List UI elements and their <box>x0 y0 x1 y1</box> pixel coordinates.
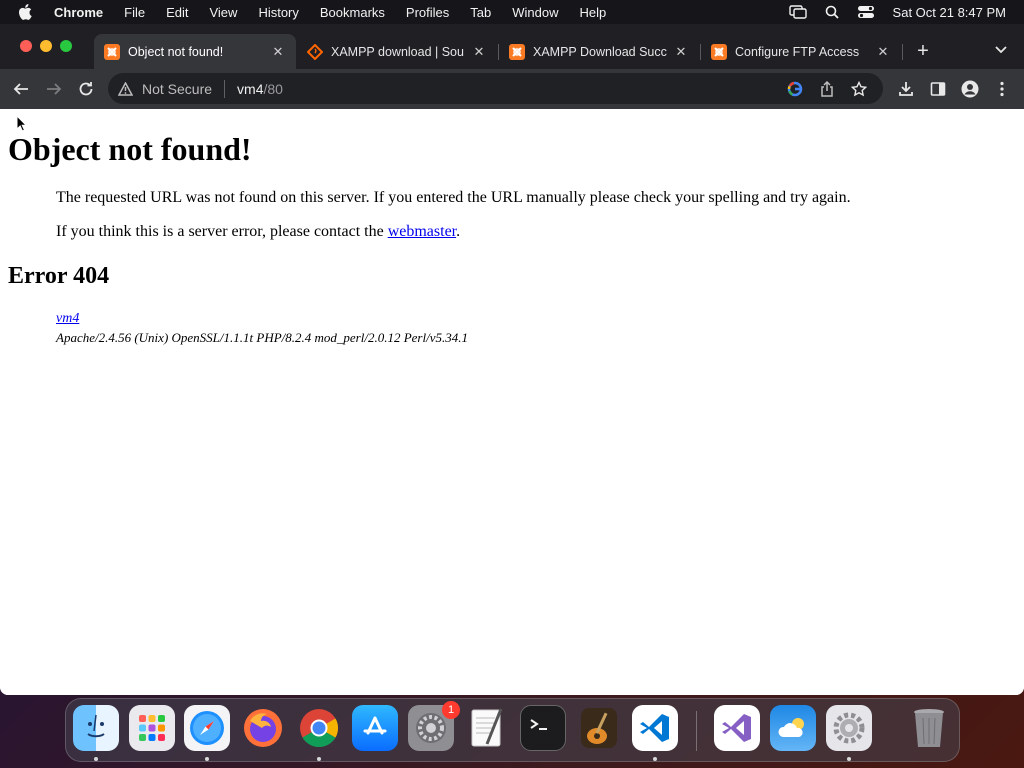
weather-icon[interactable] <box>770 705 816 751</box>
forward-arrow-icon <box>47 83 62 95</box>
tab-configure-ftp-access[interactable]: Configure FTP Access ✕ <box>701 34 901 69</box>
reload-icon <box>79 82 93 96</box>
menu-bar-tray: Sat Oct 21 8:47 PM <box>771 5 1006 20</box>
control-center-icon[interactable] <box>857 5 875 19</box>
menu-profiles[interactable]: Profiles <box>406 5 449 20</box>
garageband-icon[interactable] <box>576 705 622 751</box>
google-lens-icon[interactable] <box>779 81 811 97</box>
system-settings-icon[interactable]: 1 <box>408 701 460 751</box>
new-tab-button[interactable]: + <box>912 40 934 63</box>
safari-icon[interactable] <box>184 705 230 751</box>
side-panel-icon[interactable] <box>928 79 948 99</box>
server-host-link[interactable]: vm4 <box>56 311 79 327</box>
menu-app-name[interactable]: Chrome <box>54 5 103 20</box>
trash-icon[interactable] <box>906 705 952 751</box>
running-indicator <box>94 757 98 761</box>
finder-icon[interactable] <box>73 705 119 751</box>
tab-xampp-download-success[interactable]: XAMPP Download Succ ✕ <box>499 34 699 69</box>
xampp-icon <box>509 43 525 60</box>
page-title: Object not found! <box>8 131 252 167</box>
omnibox-actions <box>779 80 875 97</box>
omnibox-divider <box>224 79 226 98</box>
chrome-icon[interactable] <box>296 705 342 751</box>
close-tab-icon[interactable]: ✕ <box>673 44 689 60</box>
launchpad-icon[interactable] <box>129 705 175 751</box>
xampp-icon <box>104 43 120 60</box>
window-controls <box>20 40 80 52</box>
reload-button[interactable] <box>76 79 96 99</box>
menu-file[interactable]: File <box>124 5 145 20</box>
close-tab-icon[interactable]: ✕ <box>270 44 286 60</box>
tab-strip: Object not found! ✕ XAMPP download | Sou… <box>0 24 1024 69</box>
contact-suffix: . <box>456 223 461 240</box>
notification-badge: 1 <box>442 701 460 719</box>
menu-window[interactable]: Window <box>512 5 558 20</box>
browser-toolbar: Not Secure vm4/80 <box>0 69 1024 109</box>
mouse-cursor-icon <box>16 114 28 137</box>
error-message: The requested URL was not found on this … <box>56 189 851 206</box>
settings-gear-icon[interactable] <box>826 705 872 751</box>
back-arrow-icon <box>13 83 28 95</box>
contact-message: If you think this is a server error, ple… <box>56 223 460 241</box>
server-signature: Apache/2.4.56 (Unix) OpenSSL/1.1.1t PHP/… <box>56 330 468 345</box>
address-bar[interactable]: Not Secure vm4/80 <box>108 73 883 104</box>
tab-title: Object not found! <box>128 44 224 59</box>
app-store-icon[interactable] <box>352 705 398 751</box>
url-path: /80 <box>263 80 283 97</box>
running-indicator <box>317 757 321 761</box>
webmaster-link[interactable]: webmaster <box>388 223 456 240</box>
not-secure-warning-icon[interactable] <box>118 81 134 96</box>
textedit-icon[interactable] <box>464 705 510 751</box>
close-tab-icon[interactable]: ✕ <box>875 44 891 60</box>
running-indicator <box>847 757 851 761</box>
menu-tab[interactable]: Tab <box>470 5 491 20</box>
zoom-window-button[interactable] <box>60 40 72 52</box>
tab-object-not-found[interactable]: Object not found! ✕ <box>94 34 296 69</box>
xampp-icon <box>711 43 727 60</box>
menu-bar: Chrome File Edit View History Bookmarks … <box>0 0 1024 24</box>
running-indicator <box>205 757 209 761</box>
menu-help[interactable]: Help <box>580 5 607 20</box>
tab-title: Configure FTP Access <box>735 44 860 59</box>
minimize-window-button[interactable] <box>40 40 52 52</box>
vscode-icon[interactable] <box>632 705 678 751</box>
contact-text: If you think this is a server error, ple… <box>56 223 388 240</box>
url-host: vm4 <box>237 80 264 97</box>
tab-title: XAMPP Download Succ <box>533 44 667 59</box>
terminal-icon[interactable] <box>520 705 566 751</box>
menu-edit[interactable]: Edit <box>166 5 188 20</box>
close-tab-icon[interactable]: ✕ <box>471 44 487 60</box>
chrome-window: Object not found! ✕ XAMPP download | Sou… <box>0 24 1024 695</box>
menu-view[interactable]: View <box>209 5 237 20</box>
sourceforge-icon <box>306 43 324 60</box>
close-window-button[interactable] <box>20 40 32 52</box>
apple-logo-icon[interactable] <box>18 4 36 20</box>
menu-bar-clock[interactable]: Sat Oct 21 8:47 PM <box>893 5 1006 20</box>
back-button[interactable] <box>11 79 31 99</box>
spotlight-search-icon[interactable] <box>825 5 839 19</box>
error-code-heading: Error 404 <box>8 263 110 289</box>
profile-avatar-icon[interactable] <box>960 79 980 99</box>
menu-history[interactable]: History <box>258 5 298 20</box>
page-content: Object not found! The requested URL was … <box>0 109 1024 695</box>
tab-separator <box>902 44 903 60</box>
bookmark-star-icon[interactable] <box>843 80 875 97</box>
running-indicator <box>653 757 657 761</box>
screen-mirroring-icon[interactable] <box>788 5 807 19</box>
tab-search-chevron-icon[interactable] <box>994 42 1010 60</box>
share-icon[interactable] <box>811 80 843 97</box>
dock-separator <box>696 711 697 751</box>
tab-title: XAMPP download | Sou <box>331 44 464 59</box>
forward-button[interactable] <box>44 79 64 99</box>
downloads-icon[interactable] <box>896 79 916 99</box>
dock: 1 <box>65 698 960 762</box>
firefox-icon[interactable] <box>240 705 286 751</box>
chrome-menu-icon[interactable] <box>992 79 1012 99</box>
visual-studio-icon[interactable] <box>714 705 760 751</box>
menu-bookmarks[interactable]: Bookmarks <box>320 5 385 20</box>
security-label[interactable]: Not Secure <box>142 81 212 97</box>
tab-xampp-download-sourceforge[interactable]: XAMPP download | Sou ✕ <box>297 34 497 69</box>
